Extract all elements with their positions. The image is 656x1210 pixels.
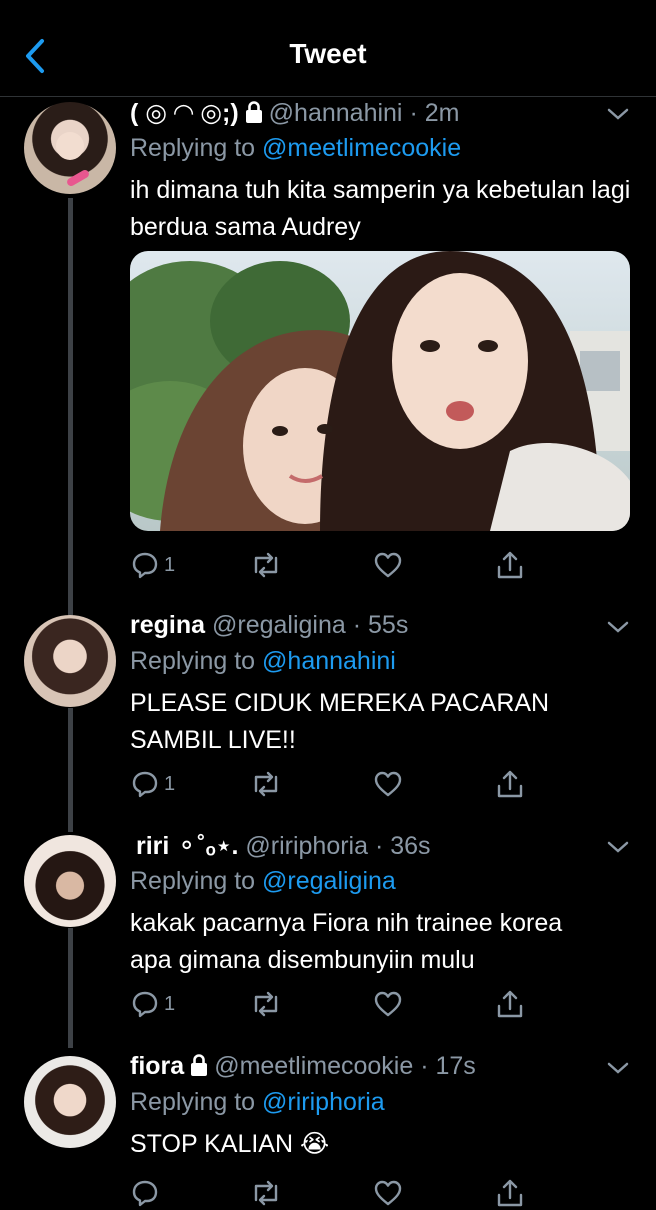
tweet-meetlimecookie[interactable]: fiora @meetlimecookie · 17s Replying to @… [0, 1052, 656, 1207]
reply-button[interactable]: 1 [130, 548, 175, 582]
handle[interactable]: @hannahini [269, 99, 403, 127]
replying-to-label: Replying to [130, 1088, 256, 1116]
reply-button[interactable]: 1 [130, 767, 175, 801]
display-name[interactable]: fiora [130, 1052, 184, 1080]
retweet-button[interactable] [250, 767, 282, 801]
reply-icon [132, 552, 158, 579]
timestamp: · 2m [409, 99, 460, 127]
photo-selfie [130, 251, 630, 531]
like-icon [374, 991, 402, 1017]
mention-link[interactable]: @regaligina [262, 867, 396, 895]
tweet-header: fiora @meetlimecookie · 17s [130, 1052, 476, 1081]
reply-icon [132, 991, 158, 1018]
reply-count: 1 [164, 553, 176, 576]
avatar[interactable] [24, 1056, 116, 1148]
like-button[interactable] [373, 548, 403, 582]
reply-button[interactable] [130, 1176, 160, 1210]
display-name[interactable]: regina [130, 611, 205, 639]
tweet-actions [130, 1176, 530, 1210]
replying-to-label: Replying to [130, 867, 256, 895]
retweet-icon [254, 552, 278, 578]
tweet-text: ih dimana tuh kita samperin ya kebetulan… [130, 176, 631, 241]
display-name[interactable]: ( ◎ ◠ ◎;) [130, 99, 239, 127]
mention-link[interactable]: @ririphoria [262, 1088, 385, 1116]
handle[interactable]: @ririphoria [245, 832, 368, 860]
page-title: Tweet [289, 38, 367, 69]
retweet-icon [254, 771, 278, 797]
reply-count: 1 [164, 772, 176, 795]
like-icon [374, 1180, 402, 1206]
tweet-text: kakak pacarnya Fiora nih trainee korea a… [130, 909, 563, 974]
replying-to: Replying to @ririphoria [130, 1088, 385, 1117]
caret-down-icon[interactable] [606, 619, 630, 635]
reply-button[interactable]: 1 [130, 987, 175, 1021]
avatar[interactable] [24, 835, 116, 927]
like-button[interactable] [373, 767, 403, 801]
replying-to: Replying to @hannahini [130, 647, 396, 676]
tweet-actions: 1 [130, 767, 530, 801]
caret-down-icon[interactable] [606, 106, 630, 122]
replying-to: Replying to @meetlimecookie [130, 134, 461, 163]
replying-to-label: Replying to [130, 134, 256, 162]
handle[interactable]: @meetlimecookie [214, 1052, 413, 1080]
handle[interactable]: @regaligina [212, 611, 346, 639]
avatar[interactable] [24, 102, 116, 194]
tweet-ririphoria[interactable]: riri ⚬˚ₒ⋆. @ririphoria · 36s Replying to… [0, 831, 656, 1031]
share-icon [497, 990, 523, 1018]
share-icon [497, 1179, 523, 1207]
reply-icon [132, 1180, 158, 1207]
share-icon [497, 551, 523, 579]
tweet-header: regina @regaligina · 55s [130, 611, 408, 640]
tweet-header: riri ⚬˚ₒ⋆. @ririphoria · 36s [130, 831, 431, 861]
retweet-icon [254, 991, 278, 1017]
share-button[interactable] [496, 548, 524, 582]
retweet-icon [254, 1180, 278, 1206]
tweet-regaligina[interactable]: regina @regaligina · 55s Replying to @ha… [0, 611, 656, 811]
mention-link[interactable]: @meetlimecookie [262, 134, 461, 162]
timestamp: · 17s [420, 1052, 476, 1080]
tweet-photo[interactable] [130, 251, 630, 531]
timestamp: · 55s [352, 611, 409, 639]
reply-icon [132, 771, 158, 798]
tweet-text: STOP KALIAN 😭 [130, 1130, 330, 1158]
like-icon [374, 771, 402, 797]
caret-down-icon[interactable] [606, 839, 630, 855]
lock-icon [191, 1054, 208, 1076]
lock-icon [245, 101, 262, 123]
retweet-button[interactable] [250, 548, 282, 582]
like-button[interactable] [373, 987, 403, 1021]
top-bar: Tweet [0, 0, 656, 97]
timestamp: · 36s [374, 832, 431, 860]
display-name[interactable]: riri ⚬˚ₒ⋆. [136, 832, 238, 860]
tweet-actions: 1 [130, 548, 530, 582]
share-button[interactable] [496, 987, 524, 1021]
tweet-header: ( ◎ ◠ ◎;) @hannahini · 2m [130, 98, 459, 128]
tweet-hannahini[interactable]: ( ◎ ◠ ◎;) @hannahini · 2m Replying to @me… [0, 98, 656, 598]
avatar[interactable] [24, 615, 116, 707]
like-icon [374, 552, 402, 578]
share-button[interactable] [496, 767, 524, 801]
tweet-actions: 1 [130, 987, 530, 1021]
retweet-button[interactable] [250, 1176, 282, 1210]
share-icon [497, 770, 523, 798]
like-button[interactable] [373, 1176, 403, 1210]
mention-link[interactable]: @hannahini [262, 647, 396, 675]
reply-count: 1 [164, 992, 176, 1015]
replying-to-label: Replying to [130, 647, 256, 675]
tweet-text: PLEASE CIDUK MEREKA PACARAN SAMBIL LIVE!… [130, 689, 550, 754]
replying-to: Replying to @regaligina [130, 867, 396, 896]
share-button[interactable] [496, 1176, 524, 1210]
retweet-button[interactable] [250, 987, 282, 1021]
caret-down-icon[interactable] [606, 1060, 630, 1076]
